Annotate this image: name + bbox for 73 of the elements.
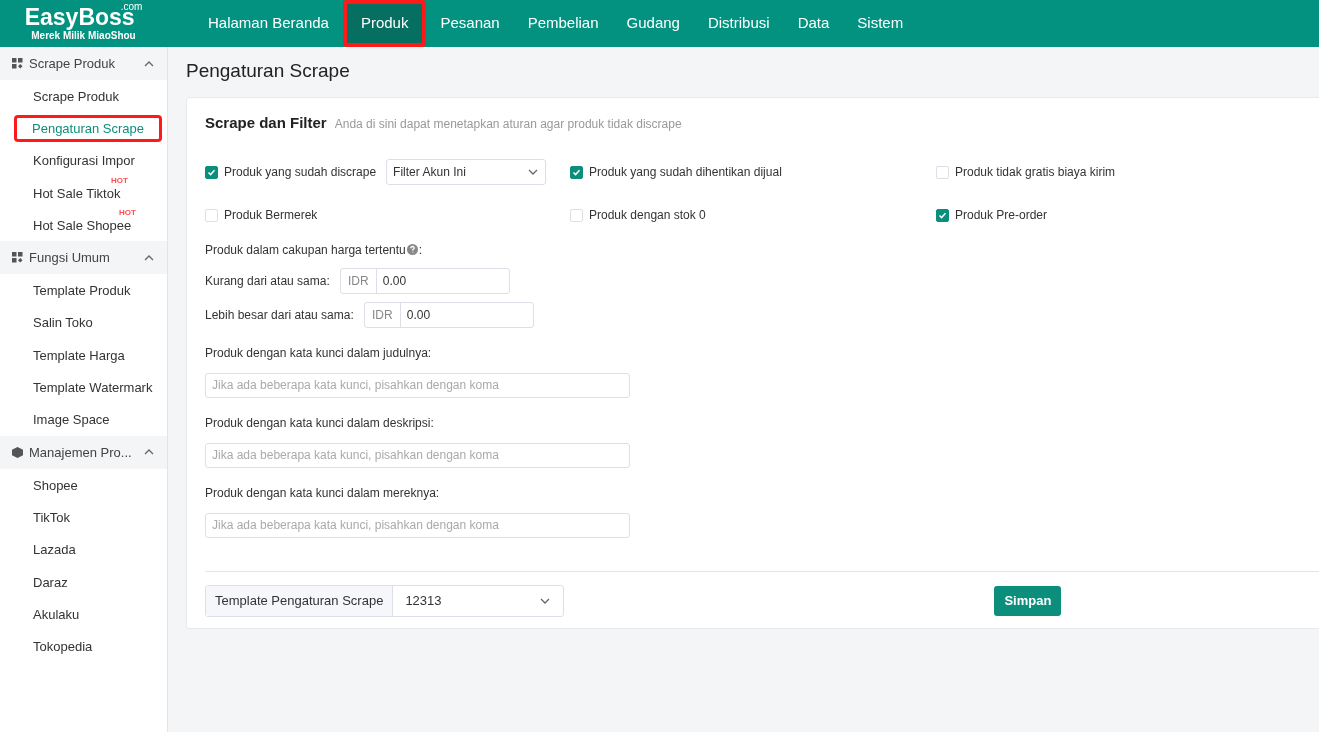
card-title: Scrape dan Filter	[205, 113, 327, 133]
sidebar-item[interactable]: Konfigurasi Impor	[33, 153, 135, 169]
checkmark-icon	[572, 167, 581, 177]
sidebar-item[interactable]: Pengaturan Scrape	[14, 114, 163, 142]
sidebar-item[interactable]: Image Space	[33, 412, 110, 428]
currency-prefix: IDR	[340, 268, 377, 293]
price-range-label: Produk dalam cakupan harga tertentu	[205, 241, 406, 259]
price-range-colon: :	[418, 241, 423, 259]
sidebar-group-label: Scrape Produk	[29, 54, 116, 73]
checkbox-label: Produk tidak gratis biaya kirim	[955, 164, 1116, 181]
sidebar-item[interactable]: Lazada	[33, 542, 76, 558]
keyword-input[interactable]: Jika ada beberapa kata kunci, pisahkan dengan koma	[205, 372, 630, 398]
checkmark-icon	[207, 167, 216, 177]
nav-tab[interactable]: Data	[783, 0, 844, 47]
card-subtitle: Anda di sini dapat menetapkan aturan agar produk tidak discrape	[334, 116, 682, 133]
hot-label: HOT	[111, 176, 128, 185]
sidebar-group-header[interactable]: Scrape Produk	[0, 47, 167, 80]
checkbox-label: Produk yang sudah dihentikan dijual	[589, 164, 782, 181]
save-button[interactable]: Simpan	[994, 585, 1062, 616]
grid-icon	[12, 58, 23, 69]
grid-icon	[12, 252, 23, 264]
checkbox[interactable]	[936, 208, 949, 222]
checkmark-icon	[938, 210, 947, 220]
logo-tagline: Merek Milik MiaoShou	[31, 31, 136, 41]
sidebar-item[interactable]: Template Watermark	[33, 380, 153, 395]
sidebar-item[interactable]: Template Produk	[33, 283, 131, 299]
checkbox-label: Produk Bermerek	[224, 207, 318, 224]
hot-label: HOT	[119, 209, 136, 218]
sidebar-item[interactable]: Akulaku	[33, 606, 80, 622]
account-filter-select[interactable]: Filter Akun Ini	[386, 159, 547, 185]
price-input[interactable]: IDR 0.00	[339, 267, 510, 294]
nav-tab[interactable]: Sistem	[843, 0, 918, 47]
sidebar-item[interactable]: Daraz	[33, 574, 68, 590]
sidebar-group-label: Manajemen Pro...	[29, 443, 133, 462]
help-icon[interactable]	[406, 244, 418, 255]
price-value: 0.00	[405, 306, 431, 324]
sidebar-group-label: Fungsi Umum	[29, 249, 111, 268]
sidebar-item[interactable]: TikTok	[33, 509, 71, 525]
checkbox-label: Produk yang sudah discrape	[224, 164, 377, 181]
sidebar-item[interactable]: Hot Sale Shopee	[33, 217, 132, 233]
keyword-field-label: Produk dengan kata kunci dalam mereknya:	[205, 484, 441, 502]
currency-prefix: IDR	[364, 302, 401, 327]
sidebar-item[interactable]: Hot Sale Tiktok	[33, 185, 121, 201]
cube-icon	[12, 446, 23, 458]
sidebar-item[interactable]: Tokopedia	[33, 639, 93, 655]
keyword-field-label: Produk dengan kata kunci dalam deskripsi:	[205, 414, 435, 432]
sidebar-item[interactable]: Scrape Produk	[33, 88, 119, 104]
checkbox[interactable]	[205, 165, 218, 179]
sidebar-group-header[interactable]: Fungsi Umum	[0, 241, 167, 275]
price-value: 0.00	[381, 272, 407, 290]
price-field-label: Kurang dari atau sama:	[205, 272, 330, 290]
sidebar-item[interactable]: Template Harga	[33, 347, 125, 363]
template-select-label: Template Pengaturan Scrape	[206, 585, 394, 616]
sidebar-item[interactable]: Salin Toko	[33, 315, 93, 331]
nav-tab[interactable]: Pembelian	[513, 0, 613, 47]
sidebar-group-header[interactable]: Manajemen Pro...	[0, 435, 167, 469]
keyword-input[interactable]: Jika ada beberapa kata kunci, pisahkan dengan koma	[205, 512, 630, 538]
checkbox-label: Produk Pre-order	[955, 207, 1048, 224]
price-field-label: Lebih besar dari atau sama:	[205, 306, 354, 324]
nav-tab[interactable]: Gudang	[612, 0, 694, 47]
nav-tab[interactable]: Pesanan	[426, 0, 514, 47]
nav-tab[interactable]: Produk	[342, 0, 427, 47]
nav-tab[interactable]: Distribusi	[693, 0, 784, 47]
keyword-input[interactable]: Jika ada beberapa kata kunci, pisahkan dengan koma	[205, 442, 630, 468]
keyword-field-label: Produk dengan kata kunci dalam judulnya:	[205, 344, 433, 362]
template-select-value: 12313	[405, 591, 442, 610]
checkbox-label: Produk dengan stok 0	[589, 207, 706, 224]
page-title: Pengaturan Scrape	[186, 61, 351, 80]
checkbox[interactable]	[570, 165, 583, 179]
template-select[interactable]: Template Pengaturan Scrape 12313	[205, 584, 565, 617]
sidebar-item[interactable]: Shopee	[33, 477, 78, 493]
price-input[interactable]: IDR 0.00	[363, 301, 534, 328]
nav-tab[interactable]: Halaman Beranda	[194, 0, 343, 47]
